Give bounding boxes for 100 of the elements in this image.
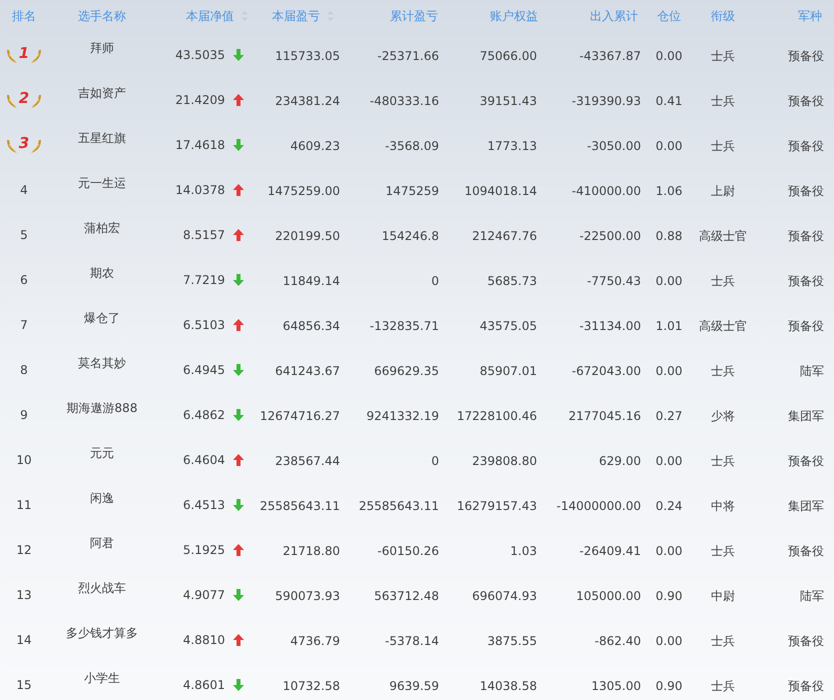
table-cell: -3050.00	[587, 138, 641, 152]
table-cell: 1475259	[386, 184, 439, 198]
rank-number: 13	[16, 586, 32, 604]
column-header[interactable]: 本届净值	[186, 7, 234, 25]
table-cell: -410000.00	[572, 184, 641, 198]
table-cell: 25585643.11	[358, 498, 439, 512]
column-header: 累计盈亏	[390, 8, 438, 25]
table-cell: 21718.80	[282, 544, 340, 558]
table-cell: -5378.14	[385, 634, 439, 648]
table-cell: 0.00	[656, 544, 682, 558]
player-name: 阿君	[90, 535, 114, 552]
table-cell: 士兵	[711, 544, 735, 558]
laurel-icon	[30, 92, 42, 108]
rank-number: 14	[16, 632, 32, 648]
net-value: 21.4209	[175, 92, 225, 108]
table-cell: -862.40	[594, 634, 641, 648]
net-value: 6.4513	[183, 496, 225, 514]
table-cell: 11849.14	[282, 274, 340, 288]
player-name: 元元	[90, 445, 114, 462]
column-header[interactable]: 本届盈亏	[272, 7, 320, 25]
net-value: 5.1925	[183, 542, 225, 558]
table-cell: 1305.00	[591, 678, 641, 692]
table-cell: 预备役	[788, 184, 824, 198]
table-cell: 预备役	[788, 634, 824, 648]
table-cell: 士兵	[711, 94, 735, 108]
table-cell: 0.00	[656, 634, 682, 648]
table-cell: 234381.24	[275, 94, 340, 108]
table-cell: 士兵	[711, 454, 735, 468]
table-cell: 115733.05	[275, 48, 340, 62]
table-cell: 43575.05	[480, 318, 537, 332]
table-cell: 0.41	[656, 94, 682, 108]
player-name: 期海遨游888	[66, 400, 138, 417]
table-cell: -319390.93	[572, 94, 641, 108]
table-cell: 预备役	[788, 138, 824, 152]
net-value: 4.9077	[183, 586, 225, 604]
table-cell: 9639.59	[389, 678, 439, 692]
table-cell: 4736.79	[290, 634, 340, 648]
player-name: 小学生	[84, 670, 120, 687]
table-cell: 士兵	[711, 48, 735, 62]
net-value: 6.5103	[183, 316, 225, 334]
net-value: 14.0378	[175, 182, 225, 198]
table-cell: 0.00	[656, 454, 682, 468]
table-cell: 0.00	[656, 138, 682, 152]
table-cell: 1475259.00	[267, 184, 340, 198]
table-cell: 669629.35	[374, 364, 439, 378]
table-cell: 0	[431, 274, 439, 288]
table-cell: 629.00	[599, 454, 641, 468]
table-cell: 集团军	[788, 498, 824, 512]
net-value: 6.4862	[183, 406, 225, 424]
table-cell: 0.00	[656, 274, 682, 288]
column-header: 仓位	[657, 8, 681, 25]
table-cell: 上尉	[711, 184, 735, 198]
table-cell: 士兵	[711, 364, 735, 378]
table-cell: 12674716.27	[260, 408, 340, 422]
table-cell: 75066.00	[480, 48, 537, 62]
table-cell: 212467.76	[472, 228, 537, 242]
rank-number: 8	[20, 362, 28, 378]
table-cell: 39151.43	[480, 94, 537, 108]
table-cell: 239808.80	[472, 454, 537, 468]
table-cell: -43367.87	[579, 48, 641, 62]
table-cell: 预备役	[788, 228, 824, 242]
table-cell: 641243.67	[275, 364, 340, 378]
table-cell: 预备役	[788, 48, 824, 62]
table-cell: 9241332.19	[366, 408, 439, 422]
table-cell: -60150.26	[377, 544, 439, 558]
table-cell: 预备役	[788, 318, 824, 332]
table-cell: 0	[431, 454, 439, 468]
table-cell: -7750.43	[587, 274, 641, 288]
rank-number: 10	[16, 452, 32, 468]
table-cell: 高级士官	[699, 228, 747, 242]
table-cell: 预备役	[788, 94, 824, 108]
net-value: 43.5035	[175, 46, 225, 64]
laurel-icon	[6, 48, 18, 64]
table-cell: 士兵	[711, 274, 735, 288]
player-name: 闲逸	[90, 490, 114, 507]
table-cell: -14000000.00	[556, 498, 641, 512]
column-header: 衔级	[711, 8, 735, 25]
rank-number: 12	[16, 542, 32, 558]
table-cell: 5685.73	[487, 274, 537, 288]
table-cell: 0.00	[656, 364, 682, 378]
laurel-icon	[30, 48, 42, 64]
table-cell: -22500.00	[579, 228, 641, 242]
table-cell: 696074.93	[472, 588, 537, 602]
player-name: 五星红旗	[78, 130, 126, 147]
rank-number: 15	[16, 676, 32, 694]
player-name: 多少钱才算多	[66, 625, 138, 642]
table-cell: 1.01	[656, 318, 682, 332]
column-header: 军种	[798, 8, 822, 25]
table-cell: 25585643.11	[260, 498, 340, 512]
table-cell: 0.90	[656, 678, 682, 692]
rank-number: 7	[20, 316, 28, 334]
net-value: 4.8810	[183, 632, 225, 648]
player-name: 蒲柏宏	[84, 220, 120, 237]
player-name: 拜师	[90, 40, 114, 57]
rank-number: 5	[20, 226, 28, 244]
table-cell: 3875.55	[487, 634, 537, 648]
laurel-icon	[6, 138, 18, 154]
rank-number: 1	[18, 46, 30, 60]
table-cell: 64856.34	[282, 318, 340, 332]
table-cell: 0.90	[656, 588, 682, 602]
